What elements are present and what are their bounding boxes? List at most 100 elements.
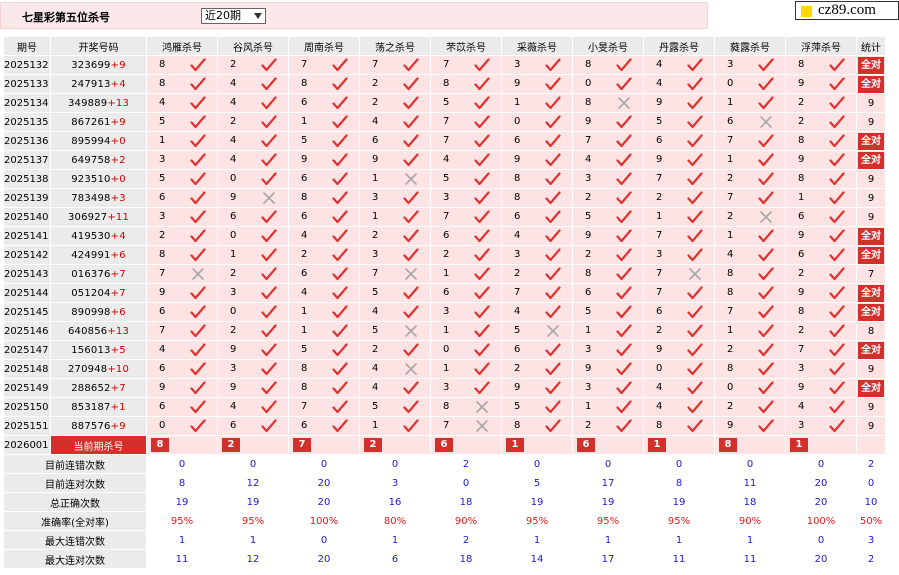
summary-row: 目前连对次数 8 12 20 3 0 5 17 8 11 20 0 bbox=[3, 473, 886, 493]
brand-logo[interactable]: cz89.com bbox=[795, 1, 899, 20]
check-icon bbox=[545, 305, 561, 319]
kill-cell: 7 bbox=[359, 264, 431, 284]
summary-stat-value: 3 bbox=[856, 530, 886, 550]
kill-number: 1 bbox=[372, 420, 379, 431]
cross-icon bbox=[405, 363, 417, 375]
kill-number: 5 bbox=[159, 173, 166, 184]
correct-count: 9 bbox=[867, 192, 875, 204]
kill-number: 9 bbox=[585, 116, 592, 127]
kill-cell-inner: 5 bbox=[361, 399, 430, 416]
summary-value: 18 bbox=[430, 492, 502, 512]
check-icon bbox=[758, 305, 774, 319]
kill-number: 2 bbox=[727, 344, 734, 355]
kill-cell: 3 bbox=[572, 169, 644, 189]
kill-number: 2 bbox=[798, 97, 805, 108]
kill-number: 3 bbox=[585, 173, 592, 184]
kill-cell-inner: 2 bbox=[787, 95, 856, 112]
kill-cell-inner: 9 bbox=[716, 418, 785, 435]
check-icon bbox=[261, 286, 277, 300]
kill-cell-inner: 7 bbox=[148, 266, 217, 283]
kill-number: 9 bbox=[798, 382, 805, 393]
check-icon bbox=[190, 58, 206, 72]
check-icon bbox=[687, 324, 703, 338]
kill-cell-inner: 4 bbox=[219, 133, 288, 150]
kill-cell-inner: 4 bbox=[645, 76, 714, 93]
kill-number: 7 bbox=[727, 306, 734, 317]
kill-cell-inner: 2 bbox=[432, 247, 501, 264]
kill-number: 2 bbox=[798, 325, 805, 336]
stat-cell: 全对 bbox=[856, 302, 886, 322]
header-row: 期号 开奖号码 鸿雁杀号 谷风杀号 周南杀号 荡之杀号 芣苡杀号 采薇杀号 小旻… bbox=[3, 36, 886, 56]
check-icon bbox=[332, 286, 348, 300]
check-icon bbox=[687, 229, 703, 243]
kill-cell: 7 bbox=[714, 302, 786, 322]
kill-cell: 5 bbox=[501, 397, 573, 417]
draw-digits: 419530 bbox=[71, 230, 111, 242]
kill-cell-inner: 4 bbox=[716, 247, 785, 264]
check-icon bbox=[687, 172, 703, 186]
kill-number: 4 bbox=[514, 230, 521, 241]
kill-cell-inner: 2 bbox=[503, 266, 572, 283]
col-expert: 小旻杀号 bbox=[572, 36, 644, 56]
kill-number: 5 bbox=[656, 116, 663, 127]
kill-cell-inner: 8 bbox=[503, 418, 572, 435]
period-select[interactable]: 近20期 bbox=[201, 8, 266, 24]
summary-value: 8 bbox=[146, 473, 218, 493]
draw-sum: +7 bbox=[110, 382, 126, 394]
period-cell: 2025146 bbox=[3, 321, 51, 341]
summary-value: 95% bbox=[217, 511, 289, 531]
history-body: 2025132 323699+9 8 2 7 7 7 3 8 4 3 8 全对 2025133 247913… bbox=[3, 55, 886, 436]
table-row: 2025149 288652+7 9 9 8 4 3 9 3 4 0 9 全对 bbox=[3, 378, 886, 398]
table-row: 2025136 895994+0 1 4 5 6 7 6 7 6 7 8 全对 bbox=[3, 131, 886, 151]
cross-icon bbox=[405, 173, 417, 185]
kill-cell-inner: 7 bbox=[148, 323, 217, 340]
kill-number: 9 bbox=[727, 420, 734, 431]
stat-cell: 9 bbox=[856, 359, 886, 379]
kill-cell: 9 bbox=[643, 340, 715, 360]
kill-cell: 3 bbox=[501, 55, 573, 75]
check-icon bbox=[474, 210, 490, 224]
kill-number: 1 bbox=[372, 173, 379, 184]
kill-cell-inner: 2 bbox=[361, 342, 430, 359]
current-kill-number: 2 bbox=[222, 438, 240, 452]
kill-number: 1 bbox=[301, 306, 308, 317]
kill-cell-inner: 4 bbox=[503, 304, 572, 321]
kill-cell-inner: 7 bbox=[645, 228, 714, 245]
kill-number: 7 bbox=[372, 268, 379, 279]
kill-cell-inner: 1 bbox=[290, 304, 359, 321]
draw-number-cell: 349889+13 bbox=[50, 93, 147, 113]
summary-value: 20 bbox=[288, 473, 360, 493]
kill-cell-inner: 2 bbox=[645, 323, 714, 340]
check-icon bbox=[687, 381, 703, 395]
summary-value: 11 bbox=[643, 549, 715, 569]
check-icon bbox=[190, 343, 206, 357]
kill-cell-inner: 6 bbox=[503, 133, 572, 150]
kill-cell: 6 bbox=[785, 245, 857, 265]
kill-number: 6 bbox=[727, 116, 734, 127]
kill-number: 3 bbox=[443, 306, 450, 317]
kill-cell-inner: 6 bbox=[290, 95, 359, 112]
table-row: 2025148 270948+10 6 3 8 4 1 2 9 0 8 3 9 bbox=[3, 359, 886, 379]
kill-cell-inner: 6 bbox=[148, 361, 217, 378]
kill-number: 6 bbox=[798, 249, 805, 260]
kill-number: 0 bbox=[443, 344, 450, 355]
check-icon bbox=[829, 77, 845, 91]
period-cell: 2025145 bbox=[3, 302, 51, 322]
top-bar: 七星彩第五位杀号 近20期 cz89.com bbox=[0, 0, 899, 36]
table-row: 2025132 323699+9 8 2 7 7 7 3 8 4 3 8 全对 bbox=[3, 55, 886, 75]
kill-cell: 2 bbox=[785, 93, 857, 113]
check-icon bbox=[545, 400, 561, 414]
kill-number: 9 bbox=[230, 382, 237, 393]
kill-cell-inner: 5 bbox=[432, 171, 501, 188]
check-icon bbox=[261, 343, 277, 357]
check-icon bbox=[687, 419, 703, 433]
kill-cell-inner: 2 bbox=[787, 266, 856, 283]
draw-digits: 890998 bbox=[71, 306, 111, 318]
kill-cell: 9 bbox=[501, 378, 573, 398]
kill-cell: 7 bbox=[430, 207, 502, 227]
kill-number: 1 bbox=[798, 192, 805, 203]
kill-cell: 1 bbox=[643, 207, 715, 227]
kill-cell-inner: 3 bbox=[503, 247, 572, 264]
check-icon bbox=[190, 286, 206, 300]
kill-cell-inner: 6 bbox=[503, 342, 572, 359]
